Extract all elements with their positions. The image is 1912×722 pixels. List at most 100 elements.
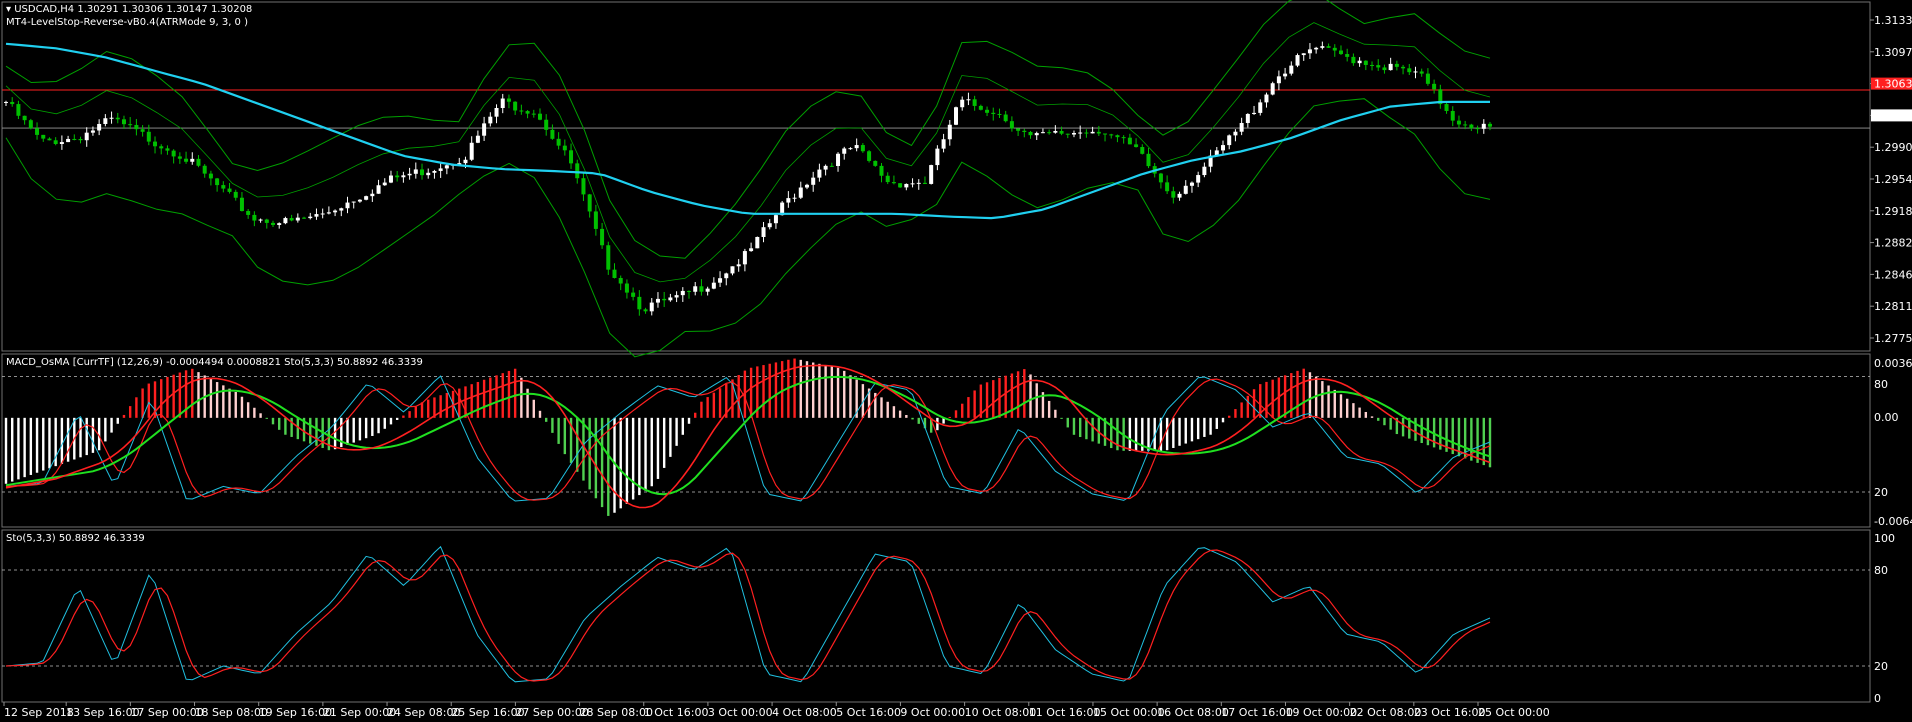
candle-body: [1401, 66, 1406, 69]
candle-body: [550, 129, 555, 139]
time-axis-label: 22 Oct 08:00: [1350, 706, 1422, 719]
symbol-title: ▾ USDCAD,H4 1.30291 1.30306 1.30147 1.30…: [6, 4, 253, 15]
macd-hist-bar: [1215, 417, 1218, 429]
macd-hist-bar: [1420, 417, 1423, 444]
price-axis-label: 1.31330: [1874, 14, 1912, 27]
candle-body: [649, 302, 654, 312]
candle-body: [823, 165, 828, 170]
candle-body: [78, 138, 83, 141]
macd-hist-bar: [551, 417, 554, 433]
candle-body: [873, 160, 878, 166]
macd-hist-bar: [594, 417, 598, 499]
candle-body: [624, 283, 629, 293]
macd-hist-bar: [172, 374, 175, 418]
candle-body: [302, 217, 307, 219]
candle-body: [904, 183, 909, 188]
macd-hist-bar: [364, 417, 368, 439]
macd-hist-bar: [1234, 409, 1237, 418]
macd-hist-bar: [259, 413, 262, 418]
candle-body: [1488, 123, 1492, 127]
time-axis-label: 25 Oct 00:00: [1478, 706, 1550, 719]
candle-body: [1146, 153, 1151, 167]
candle-body: [786, 198, 791, 203]
candle-body: [134, 124, 139, 130]
candle-body: [1177, 193, 1182, 198]
macd-hist-bar: [917, 417, 920, 424]
candle-body: [1456, 120, 1461, 125]
candle-body: [221, 185, 226, 189]
macd-hist-bar: [1004, 375, 1007, 418]
candle-body: [916, 182, 921, 184]
candle-body: [1332, 47, 1337, 51]
macd-hist-bar: [1321, 381, 1324, 418]
price-axis-label: 1.30970: [1874, 46, 1912, 59]
dropdown-arrow-icon[interactable]: ▾: [6, 4, 11, 15]
candle-body: [1469, 124, 1474, 129]
macd-hist-bar: [582, 417, 585, 481]
macd-hist-bar: [700, 401, 703, 418]
candle-body: [1202, 166, 1207, 176]
sto-axis-label: 20: [1874, 660, 1888, 673]
macd-hist-bar: [23, 417, 26, 478]
macd-hist-bar: [414, 406, 418, 418]
candle-body: [1028, 131, 1033, 136]
candle-body: [947, 124, 952, 140]
candle-body: [1481, 123, 1486, 129]
macd-hist-bar: [1078, 417, 1082, 438]
candle-body: [463, 159, 468, 164]
time-axis-label: 15 Oct 00:00: [1093, 706, 1165, 719]
candle-body: [575, 163, 580, 179]
sto-panel-frame: [1, 529, 1871, 703]
candle-body: [140, 129, 145, 132]
macd-hist-bar: [122, 414, 126, 418]
candle-body: [693, 286, 698, 292]
candle-body: [246, 211, 251, 215]
candle-body: [1394, 63, 1399, 67]
macd-hist-bar: [538, 410, 542, 418]
candle-body: [10, 101, 15, 105]
macd-hist-bar: [694, 412, 697, 418]
macd-hist-bar: [545, 417, 548, 422]
candle-body: [1158, 173, 1163, 183]
candle-body: [1047, 132, 1052, 134]
sto-panel-title: Sto(5,3,3) 50.8892 46.3339: [6, 533, 145, 544]
candle-body: [1407, 68, 1412, 73]
macd-hist-bar: [675, 417, 678, 446]
time-axis-label: 19 Sep 16:00: [259, 706, 332, 719]
price-axis-label: 1.29900: [1874, 141, 1912, 154]
macd-hist-bar: [389, 417, 393, 425]
candle-body: [196, 158, 201, 166]
candle-body: [674, 295, 679, 298]
candle-body: [258, 219, 263, 221]
macd-hist-bar: [1016, 371, 1020, 418]
candle-body: [687, 290, 692, 292]
candle-body: [637, 296, 642, 310]
macd-hist-bar: [128, 406, 132, 418]
candle-body: [184, 158, 189, 162]
candle-body: [239, 197, 244, 212]
chart-window[interactable]: 1.31330 1.30970 1.30634 1.30208 1.29900 1.295…: [0, 0, 1912, 722]
price-axis-label: 1.30208: [1874, 109, 1912, 122]
candle-body: [1171, 191, 1176, 198]
macd-hist-bar: [402, 415, 405, 418]
candle-body: [1345, 54, 1350, 57]
candle-body: [1196, 175, 1201, 183]
time-axis-label: 21 Sep 00:00: [323, 706, 396, 719]
candle-body: [1419, 71, 1424, 74]
candle-body: [1370, 64, 1375, 66]
macd-hist-bar: [687, 417, 691, 424]
candle-body: [333, 210, 338, 213]
macd-hist-bar: [762, 365, 765, 418]
macd-hist-bar: [489, 377, 492, 418]
macd-hist-bar: [246, 402, 250, 418]
candle-body: [364, 196, 369, 200]
macd-axis-label: -0.006444: [1874, 515, 1912, 528]
macd-axis-label: 20: [1874, 486, 1888, 499]
candle-body: [910, 183, 915, 185]
macd-hist-bar: [1165, 417, 1169, 451]
candle-body: [966, 99, 971, 101]
macd-hist-bar: [29, 417, 33, 475]
candle-body: [345, 202, 350, 209]
candle-body: [1009, 121, 1014, 129]
time-axis-label: 25 Sep 16:00: [451, 706, 524, 719]
